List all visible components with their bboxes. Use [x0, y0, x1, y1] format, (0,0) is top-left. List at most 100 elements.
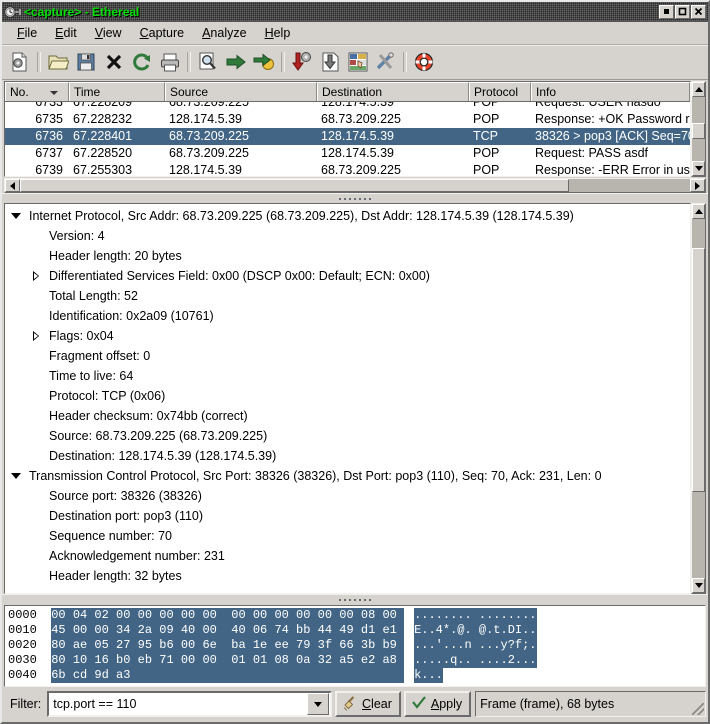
packet-list-hscrollbar[interactable]	[4, 178, 706, 193]
column-header-protocol[interactable]: Protocol	[469, 82, 531, 101]
column-header-time[interactable]: Time	[69, 82, 165, 101]
maximize-button[interactable]	[675, 4, 690, 19]
menu-view[interactable]: View	[86, 24, 131, 42]
reload-icon[interactable]	[128, 48, 156, 76]
go-to-last-icon[interactable]	[316, 48, 344, 76]
filter-combo[interactable]	[47, 691, 333, 717]
table-row[interactable]: 6736 67.228401 68.73.209.225 128.174.5.39 TC…	[5, 128, 690, 145]
help-icon[interactable]	[410, 48, 438, 76]
tree-item-label: Fragment offset: 0	[49, 349, 151, 363]
tree-item[interactable]: Protocol: TCP (0x06)	[5, 386, 690, 406]
pane-splitter-top[interactable]	[2, 193, 708, 203]
scroll-down-button[interactable]	[692, 161, 705, 176]
chevron-right-icon[interactable]	[29, 331, 43, 341]
tree-item[interactable]: Acknowledgement number: 231	[5, 546, 690, 566]
pane-splitter-bottom[interactable]	[2, 594, 708, 604]
column-header-source[interactable]: Source	[165, 82, 317, 101]
minimize-button[interactable]	[659, 4, 674, 19]
hex-dump-line[interactable]: 0030 80 10 16 b0 eb 71 00 00 01 01 08 0a…	[8, 653, 705, 668]
tree-item[interactable]: Total Length: 52	[5, 286, 690, 306]
menu-capture[interactable]: Capture	[131, 24, 193, 42]
tree-item[interactable]: Source: 68.73.209.225 (68.73.209.225)	[5, 426, 690, 446]
go-forward-icon[interactable]	[222, 48, 250, 76]
tree-item[interactable]: Destination: 128.174.5.39 (128.174.5.39)	[5, 446, 690, 466]
packet-list-panel: No. Time Source Destination Protocol Inf…	[4, 81, 706, 177]
tree-item[interactable]: Internet Protocol, Src Addr: 68.73.209.2…	[5, 206, 690, 226]
tree-item[interactable]: Time to live: 64	[5, 366, 690, 386]
tree-item[interactable]: Transmission Control Protocol, Src Port:…	[5, 466, 690, 486]
open-file-icon[interactable]	[44, 48, 72, 76]
close-capture-icon[interactable]	[100, 48, 128, 76]
tree-item[interactable]: Differentiated Services Field: 0x00 (DSC…	[5, 266, 690, 286]
scroll-right-button[interactable]	[690, 179, 705, 192]
scroll-up-button[interactable]	[692, 204, 705, 219]
hex-dump-line[interactable]: 0010 45 00 00 34 2a 09 40 00 40 06 74 bb…	[8, 623, 705, 638]
print-icon[interactable]	[156, 48, 184, 76]
packet-list-header: No. Time Source Destination Protocol Inf…	[5, 82, 690, 102]
column-header-destination[interactable]: Destination	[317, 82, 469, 101]
go-to-packet-icon[interactable]	[250, 48, 278, 76]
tree-item[interactable]: Flags: 0x04	[5, 326, 690, 346]
chevron-down-icon[interactable]	[307, 693, 330, 715]
tree-item[interactable]: Source port: 38326 (38326)	[5, 486, 690, 506]
scroll-left-button[interactable]	[5, 179, 20, 192]
scroll-down-button[interactable]	[692, 578, 705, 593]
hex-dump-panel: 0000 00 04 02 00 00 00 00 00 00 00 00 00…	[4, 605, 706, 687]
packet-list-rows[interactable]: 6733 67.228209 68.73.209.225 128.174.5.39 PO…	[5, 102, 690, 176]
scroll-up-button[interactable]	[692, 82, 705, 97]
packet-details-tree[interactable]: Internet Protocol, Src Addr: 68.73.209.2…	[4, 203, 691, 594]
tree-item[interactable]: Identification: 0x2a09 (10761)	[5, 306, 690, 326]
cell-time: 67.228232	[73, 112, 133, 126]
tree-item[interactable]: Version: 4	[5, 226, 690, 246]
scroll-thumb[interactable]	[692, 247, 705, 492]
column-header-no[interactable]: No.	[5, 82, 69, 101]
save-file-icon[interactable]	[72, 48, 100, 76]
menu-help[interactable]: Help	[256, 24, 300, 42]
table-row[interactable]: 6737 67.228520 68.73.209.225 128.174.5.39 PO…	[5, 145, 690, 162]
packet-list[interactable]: No. Time Source Destination Protocol Inf…	[4, 81, 691, 177]
new-capture-icon[interactable]	[6, 48, 34, 76]
go-to-first-icon[interactable]	[288, 48, 316, 76]
toolbar-separator	[403, 52, 407, 72]
close-button[interactable]	[691, 4, 706, 19]
menu-analyze[interactable]: Analyze	[193, 24, 255, 42]
window-title: <capture> - Ethereal	[24, 4, 140, 19]
clear-button[interactable]: Clear	[335, 691, 401, 717]
scroll-track[interactable]	[692, 97, 705, 161]
hex-dump-line[interactable]: 0000 00 04 02 00 00 00 00 00 00 00 00 00…	[8, 608, 705, 623]
chevron-down-icon[interactable]	[9, 473, 23, 479]
table-row[interactable]: 6733 67.228209 68.73.209.225 128.174.5.39 PO…	[5, 102, 690, 111]
packet-list-vscrollbar[interactable]	[691, 81, 706, 177]
title-bar[interactable]: <capture> - Ethereal	[2, 2, 708, 22]
tree-item[interactable]: Fragment offset: 0	[5, 346, 690, 366]
status-bar: Frame (frame), 68 bytes	[475, 691, 707, 717]
tree-item[interactable]: Destination port: pop3 (110)	[5, 506, 690, 526]
apply-button[interactable]: Apply	[403, 691, 472, 717]
column-header-info[interactable]: Info	[531, 82, 690, 101]
scroll-thumb[interactable]	[692, 122, 705, 140]
tree-item[interactable]: Sequence number: 70	[5, 526, 690, 546]
tree-item[interactable]: Header length: 20 bytes	[5, 246, 690, 266]
packet-details-vscrollbar[interactable]	[691, 203, 706, 594]
scroll-track[interactable]	[692, 219, 705, 578]
find-packet-icon[interactable]	[194, 48, 222, 76]
ethereal-window: <capture> - Ethereal File Edit View Capt…	[0, 0, 710, 724]
table-row[interactable]: 6735 67.228232 128.174.5.39 68.73.209.225 PO…	[5, 111, 690, 128]
tree-item[interactable]: Header checksum: 0x74bb (correct)	[5, 406, 690, 426]
menu-file[interactable]: File	[8, 24, 46, 42]
hex-dump-view[interactable]: 0000 00 04 02 00 00 00 00 00 00 00 00 00…	[4, 605, 706, 687]
tree-item[interactable]: Header length: 32 bytes	[5, 566, 690, 586]
chevron-right-icon[interactable]	[29, 271, 43, 281]
table-row[interactable]: 6739 67.255303 128.174.5.39 68.73.209.225 PO…	[5, 162, 690, 176]
hscroll-thumb[interactable]	[20, 179, 570, 192]
column-header-no-label: No.	[10, 85, 29, 99]
chevron-down-icon[interactable]	[9, 213, 23, 219]
preferences-icon[interactable]	[372, 48, 400, 76]
resize-grip[interactable]	[692, 703, 705, 715]
filter-input[interactable]	[49, 693, 308, 715]
hscroll-track[interactable]	[20, 179, 690, 192]
menu-edit[interactable]: Edit	[46, 24, 86, 42]
hex-dump-line[interactable]: 0020 80 ae 05 27 95 b6 00 6e ba 1e ee 79…	[8, 638, 705, 653]
colorize-icon[interactable]	[344, 48, 372, 76]
hex-dump-line[interactable]: 0040 6b cd 9d a3 k...	[8, 668, 705, 683]
